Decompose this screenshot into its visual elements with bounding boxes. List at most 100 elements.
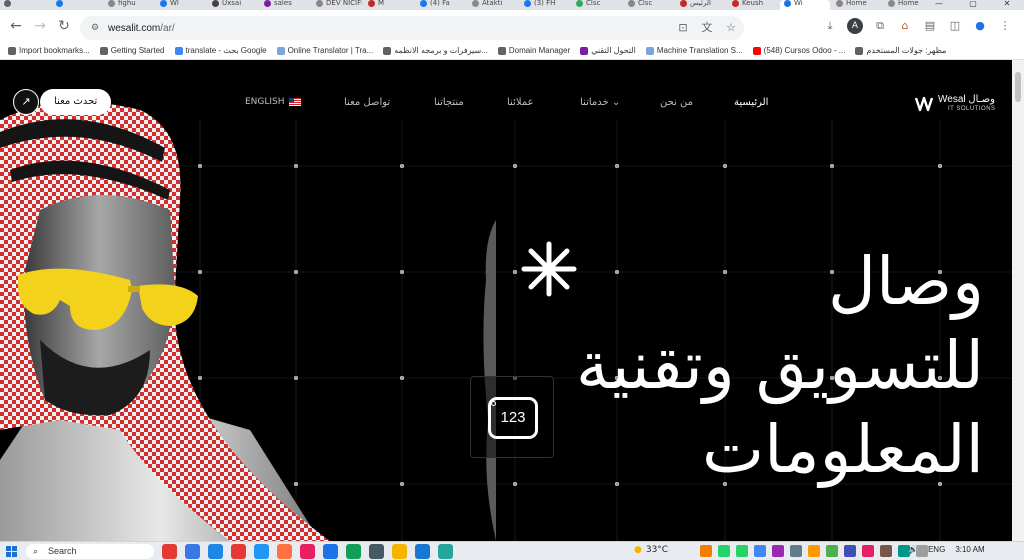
forward-icon[interactable]: → xyxy=(32,18,48,34)
tray-icon[interactable] xyxy=(754,545,766,557)
tray-icon[interactable] xyxy=(700,545,712,557)
clock[interactable]: 3:10 AM xyxy=(955,545,984,554)
taskbar-app-icon[interactable] xyxy=(208,544,223,559)
arrow-up-right-icon[interactable]: ↗ xyxy=(13,89,39,115)
browser-tab[interactable]: fighu xyxy=(104,0,154,10)
browser-tab[interactable]: Wl xyxy=(156,0,206,10)
browser-tab[interactable]: Wi xyxy=(780,0,830,10)
taskbar-app-icon[interactable] xyxy=(300,544,315,559)
browser-tab[interactable]: Keush xyxy=(728,0,778,10)
browser-tab[interactable]: M xyxy=(364,0,414,10)
taskbar-app-icon[interactable] xyxy=(277,544,292,559)
browser-tab[interactable] xyxy=(52,0,102,10)
taskbar-app-icon[interactable] xyxy=(392,544,407,559)
tab-favicon-icon xyxy=(576,0,583,7)
url-path: /ar/ xyxy=(160,22,175,34)
bookmark-item[interactable]: Machine Translation S... xyxy=(645,46,743,55)
windows-start-icon[interactable] xyxy=(6,546,17,557)
wesal-logo[interactable]: Wesal وصـال IT SOLUTIONS xyxy=(914,92,1000,116)
bookmark-item[interactable]: مظهر: جولات المستخدم xyxy=(855,46,946,55)
nav-clients[interactable]: عملائنا xyxy=(507,97,534,108)
maximize-button[interactable]: ▢ xyxy=(956,0,990,10)
taskbar-app-icon[interactable] xyxy=(346,544,361,559)
browser-tab[interactable]: (4) Fa xyxy=(416,0,466,10)
bookmark-item[interactable]: التحول التقني xyxy=(580,46,636,55)
taskbar-app-icon[interactable] xyxy=(438,544,453,559)
browser-tab[interactable]: Clsc xyxy=(624,0,674,10)
taskbar-app-icon[interactable] xyxy=(369,544,384,559)
bookmark-item[interactable]: (548) Cursos Odoo - ... xyxy=(752,46,845,55)
bookmark-item[interactable]: سيرفرات و برمجه الانظمه... xyxy=(383,46,488,55)
bookmark-item[interactable]: translate - بحث Google xyxy=(174,46,267,55)
minimize-button[interactable]: — xyxy=(922,0,956,10)
tray-icon[interactable] xyxy=(826,545,838,557)
tab-search-icon[interactable]: ▤ xyxy=(922,18,938,34)
taskbar-search[interactable]: ⌕ Search xyxy=(26,544,154,559)
bookmark-label: Import bookmarks... xyxy=(19,46,90,55)
tab-label: (4) Fa xyxy=(430,0,450,7)
browser-tab[interactable]: Uxsai xyxy=(208,0,258,10)
scrollbar-thumb[interactable] xyxy=(1015,72,1021,102)
browser-tab[interactable]: Clsc xyxy=(572,0,622,10)
tray-icon[interactable] xyxy=(718,545,730,557)
tab-label: Wi xyxy=(794,0,803,7)
profile-avatar[interactable]: A xyxy=(847,18,863,34)
bookmark-item[interactable]: Getting Started xyxy=(99,46,165,55)
nav-services[interactable]: خدماتنا ⌄ xyxy=(580,97,620,108)
profile-icon[interactable]: ● xyxy=(972,18,988,34)
weather-widget[interactable]: ● 33°C xyxy=(634,545,668,555)
tray-icon[interactable] xyxy=(880,545,892,557)
browser-tab[interactable]: الرئيس xyxy=(676,0,726,10)
taskbar-app-icon[interactable] xyxy=(254,544,269,559)
bookmark-favicon-icon xyxy=(580,46,589,55)
tab-label: Atakti xyxy=(482,0,503,7)
nav-home[interactable]: الرئيسية xyxy=(734,97,768,108)
bookmark-item[interactable]: Domain Manager xyxy=(497,46,570,55)
nav-contact[interactable]: تواصل معنا xyxy=(344,97,390,108)
address-bar[interactable]: ⚙ wesalit.com/ar/ ⊡ 文 ☆ xyxy=(80,16,744,40)
back-icon[interactable]: ← xyxy=(8,18,24,34)
browser-tab-strip: fighu Wl Uxsai sales DEV NICIFI M (4) Fa Atakti… xyxy=(0,0,1024,10)
taskbar-app-icon[interactable] xyxy=(415,544,430,559)
browser-tab[interactable]: sales xyxy=(260,0,310,10)
install-app-icon[interactable]: ⊡ xyxy=(676,20,690,36)
tray-icon[interactable] xyxy=(844,545,856,557)
url-text[interactable]: wesalit.com/ar/ xyxy=(108,23,175,34)
sidebar-icon[interactable]: ◫ xyxy=(947,18,963,34)
extension-house-icon[interactable]: ⌂ xyxy=(897,18,913,34)
nav-about[interactable]: من نحن xyxy=(660,97,693,108)
bookmark-item[interactable]: Import bookmarks... xyxy=(8,46,90,55)
download-icon[interactable]: ⤓ xyxy=(822,18,838,34)
sound-icon[interactable]: 🔊 xyxy=(908,545,918,554)
browser-tab[interactable]: Home xyxy=(832,0,882,10)
page-scrollbar[interactable] xyxy=(1012,60,1024,541)
counter-widget[interactable]: 123 xyxy=(470,376,554,458)
reload-icon[interactable]: ↻ xyxy=(56,18,72,34)
taskbar-app-icon[interactable] xyxy=(185,544,200,559)
browser-tab[interactable] xyxy=(0,0,50,10)
tray-icon[interactable] xyxy=(808,545,820,557)
translate-icon[interactable]: 文 xyxy=(700,20,714,36)
browser-tab[interactable]: (3) FH xyxy=(520,0,570,10)
extensions-icon[interactable]: ⧉ xyxy=(872,18,888,34)
taskbar-app-icon[interactable] xyxy=(231,544,246,559)
bookmark-item[interactable]: Online Translator | Tra... xyxy=(276,46,373,55)
tray-icon[interactable] xyxy=(862,545,874,557)
browser-tab[interactable]: DEV NICIFI xyxy=(312,0,362,10)
tray-icon[interactable] xyxy=(736,545,748,557)
contact-us-button[interactable]: تحدث معنا xyxy=(40,89,112,115)
taskbar-app-icon[interactable] xyxy=(162,544,177,559)
bookmarks-bar: Import bookmarks... Getting Started transl… xyxy=(0,42,1024,60)
tray-icon[interactable] xyxy=(772,545,784,557)
tray-icon[interactable] xyxy=(790,545,802,557)
nav-products[interactable]: منتجاتنا xyxy=(434,97,464,108)
bookmark-star-icon[interactable]: ☆ xyxy=(724,20,738,36)
language-indicator[interactable]: ENG xyxy=(928,545,945,554)
menu-icon[interactable]: ⋮ xyxy=(997,18,1013,34)
close-window-button[interactable]: ✕ xyxy=(990,0,1024,10)
browser-tab[interactable]: Atakti xyxy=(468,0,518,10)
language-switcher[interactable]: ENGLISH xyxy=(245,97,301,107)
taskbar-app-icon[interactable] xyxy=(323,544,338,559)
tab-label: fighu xyxy=(118,0,136,7)
site-info-icon[interactable]: ⚙ xyxy=(88,21,102,35)
